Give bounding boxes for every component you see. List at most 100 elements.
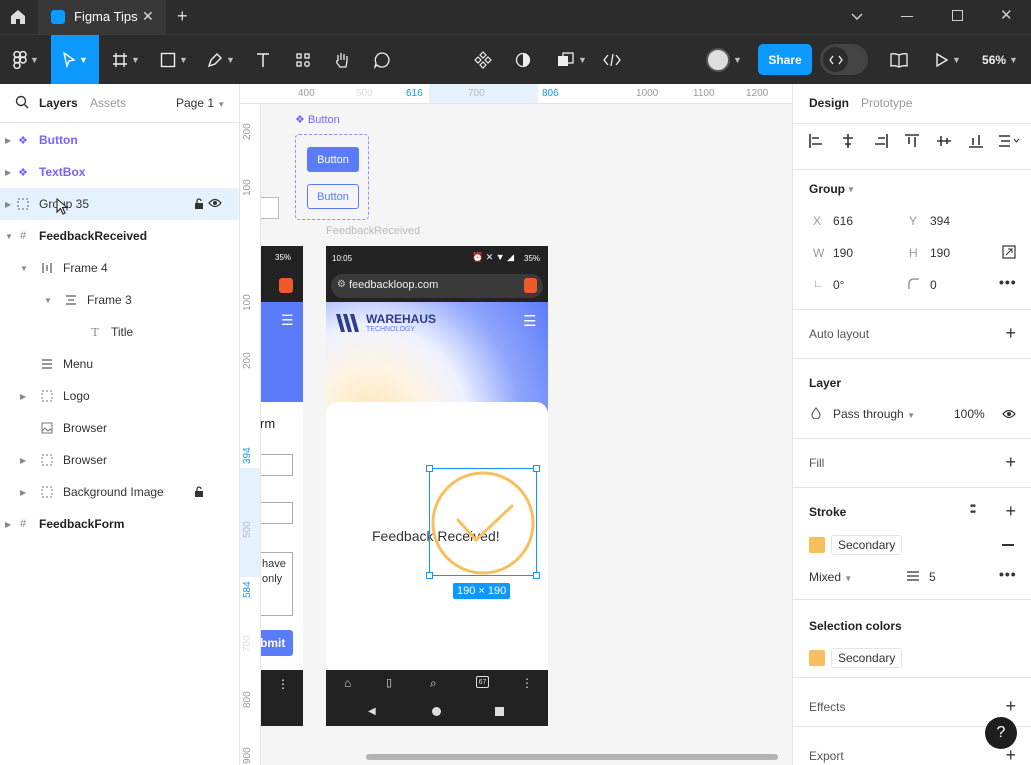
expand-arrow-icon[interactable]: ▶ [5, 200, 11, 209]
hamburger-menu-icon[interactable]: ☰ [523, 312, 536, 330]
page-selector[interactable]: Page 1 ▼ [176, 96, 225, 110]
pen-tool-button[interactable]: ▼ [201, 35, 241, 85]
tab-assets[interactable]: Assets [90, 96, 126, 110]
maximize-icon[interactable] [952, 10, 963, 21]
resources-button[interactable] [290, 35, 316, 85]
expand-arrow-icon[interactable]: ▶ [5, 136, 11, 145]
add-fill-icon[interactable]: + [1005, 453, 1016, 471]
tab-layers[interactable]: Layers [39, 96, 78, 110]
plus-icon[interactable]: + [177, 6, 188, 27]
resize-to-fit-icon[interactable] [1002, 245, 1016, 259]
move-tool-button[interactable]: ▼ [51, 35, 99, 85]
button-component-set[interactable]: Button Button [295, 134, 369, 220]
selection-box[interactable] [426, 465, 540, 579]
tab-prototype[interactable]: Prototype [861, 96, 912, 110]
button-secondary-variant[interactable]: Button [307, 184, 359, 209]
boolean-button[interactable]: ▼ [552, 35, 592, 85]
layer-row[interactable]: ▶ Background Image [0, 476, 239, 508]
chevron-down-icon[interactable] [850, 9, 864, 23]
collapse-arrow-icon[interactable]: ▼ [5, 232, 13, 241]
resize-handle[interactable] [533, 572, 540, 579]
selection-color-chip[interactable]: Secondary [831, 648, 903, 668]
help-button[interactable]: ? [985, 717, 1017, 749]
layer-row[interactable]: T Title [0, 316, 239, 348]
expand-arrow-icon[interactable]: ▶ [5, 168, 11, 177]
layer-row[interactable]: ▼ Frame 4 [0, 252, 239, 284]
expand-arrow-icon[interactable]: ▶ [20, 392, 26, 401]
tab-design[interactable]: Design [809, 96, 849, 110]
button-primary-variant[interactable]: Button [307, 147, 359, 172]
stroke-weight-input[interactable]: 5 [929, 570, 936, 584]
align-left-icon[interactable] [809, 134, 823, 148]
layer-row-selected[interactable]: ▶ Group 35 [0, 188, 239, 220]
layer-row[interactable]: ▼ # FeedbackReceived [0, 220, 239, 252]
layer-row[interactable]: ▶ Logo [0, 380, 239, 412]
text-tool-button[interactable] [250, 35, 276, 85]
align-top-icon[interactable] [905, 134, 919, 148]
collapse-arrow-icon[interactable]: ▼ [44, 296, 52, 305]
horizontal-scrollbar[interactable] [366, 754, 778, 760]
add-effect-icon[interactable]: + [1005, 697, 1016, 715]
eye-icon[interactable] [1002, 409, 1016, 419]
expand-arrow-icon[interactable]: ▶ [20, 456, 26, 465]
rotation-input[interactable]: 0° [833, 278, 844, 292]
dev-mode-toggle[interactable] [820, 44, 868, 75]
resize-handle[interactable] [426, 572, 433, 579]
layer-row[interactable]: Menu [0, 348, 239, 380]
blend-mode-dropdown[interactable]: Pass through ▼ [833, 407, 915, 421]
form-input-email[interactable] [261, 502, 293, 524]
eye-icon[interactable] [208, 198, 222, 208]
library-button[interactable] [886, 35, 912, 85]
more-options-icon[interactable]: ••• [999, 566, 1017, 582]
selection-color-swatch[interactable] [809, 650, 825, 666]
form-textarea[interactable]: have only [261, 552, 293, 616]
layer-row[interactable]: ▶ ❖ TextBox [0, 156, 239, 188]
more-options-icon[interactable]: ••• [999, 274, 1017, 290]
frame-label[interactable]: FeedbackReceived [326, 225, 420, 237]
components-button[interactable] [470, 35, 496, 85]
layer-row[interactable]: ▼ Frame 3 [0, 284, 239, 316]
width-input[interactable]: 190 [833, 246, 853, 260]
lock-icon[interactable] [194, 198, 204, 209]
chevron-down-icon[interactable]: ▼ [847, 185, 855, 194]
frame-tool-button[interactable]: ▼ [106, 35, 146, 85]
height-input[interactable]: 190 [930, 246, 950, 260]
layer-row[interactable]: ▶ ❖ Button [0, 124, 239, 156]
present-button[interactable]: ▼ [928, 35, 968, 85]
stroke-mode-dropdown[interactable]: Mixed ▼ [809, 570, 852, 584]
add-stroke-icon[interactable]: + [1005, 502, 1016, 520]
stroke-style-chip[interactable]: Secondary [831, 535, 903, 555]
hand-tool-button[interactable] [329, 35, 355, 85]
close-icon[interactable]: ✕ [142, 8, 154, 25]
expand-arrow-icon[interactable]: ▶ [5, 520, 11, 529]
hamburger-menu-icon[interactable]: ☰ [281, 312, 294, 329]
form-input-name[interactable] [261, 454, 293, 476]
add-auto-layout-icon[interactable]: + [1005, 324, 1016, 342]
shape-tool-button[interactable]: ▼ [154, 35, 194, 85]
user-avatar-button[interactable]: ▼ [700, 35, 748, 85]
resize-handle[interactable] [533, 465, 540, 472]
file-tab[interactable]: Figma Tips ✕ [38, 0, 166, 34]
home-icon[interactable] [8, 7, 28, 27]
minimize-icon[interactable] [901, 16, 913, 17]
resize-handle[interactable] [426, 465, 433, 472]
mask-button[interactable] [510, 35, 536, 85]
canvas[interactable]: ❖ Button Button Button 35% ☰ rm have onl… [261, 104, 792, 765]
style-grid-icon[interactable]: •• •• [970, 502, 976, 518]
main-menu-button[interactable]: ▼ [4, 35, 48, 85]
layer-row[interactable]: Browser [0, 412, 239, 444]
align-horizontal-center-icon[interactable] [841, 134, 855, 148]
y-input[interactable]: 394 [930, 214, 950, 228]
zoom-dropdown[interactable]: 56% ▼ [974, 35, 1026, 85]
add-export-icon[interactable]: + [1005, 746, 1016, 764]
collapse-arrow-icon[interactable]: ▼ [20, 264, 28, 273]
expand-arrow-icon[interactable]: ▶ [20, 488, 26, 497]
comment-tool-button[interactable] [369, 35, 395, 85]
align-bottom-icon[interactable] [969, 134, 983, 148]
remove-stroke-icon[interactable] [1002, 544, 1014, 546]
search-icon[interactable] [15, 95, 29, 109]
share-button[interactable]: Share [758, 44, 812, 75]
lock-icon[interactable] [194, 486, 204, 497]
window-close-icon[interactable]: ✕ [1000, 6, 1013, 24]
stroke-color-swatch[interactable] [809, 537, 825, 553]
